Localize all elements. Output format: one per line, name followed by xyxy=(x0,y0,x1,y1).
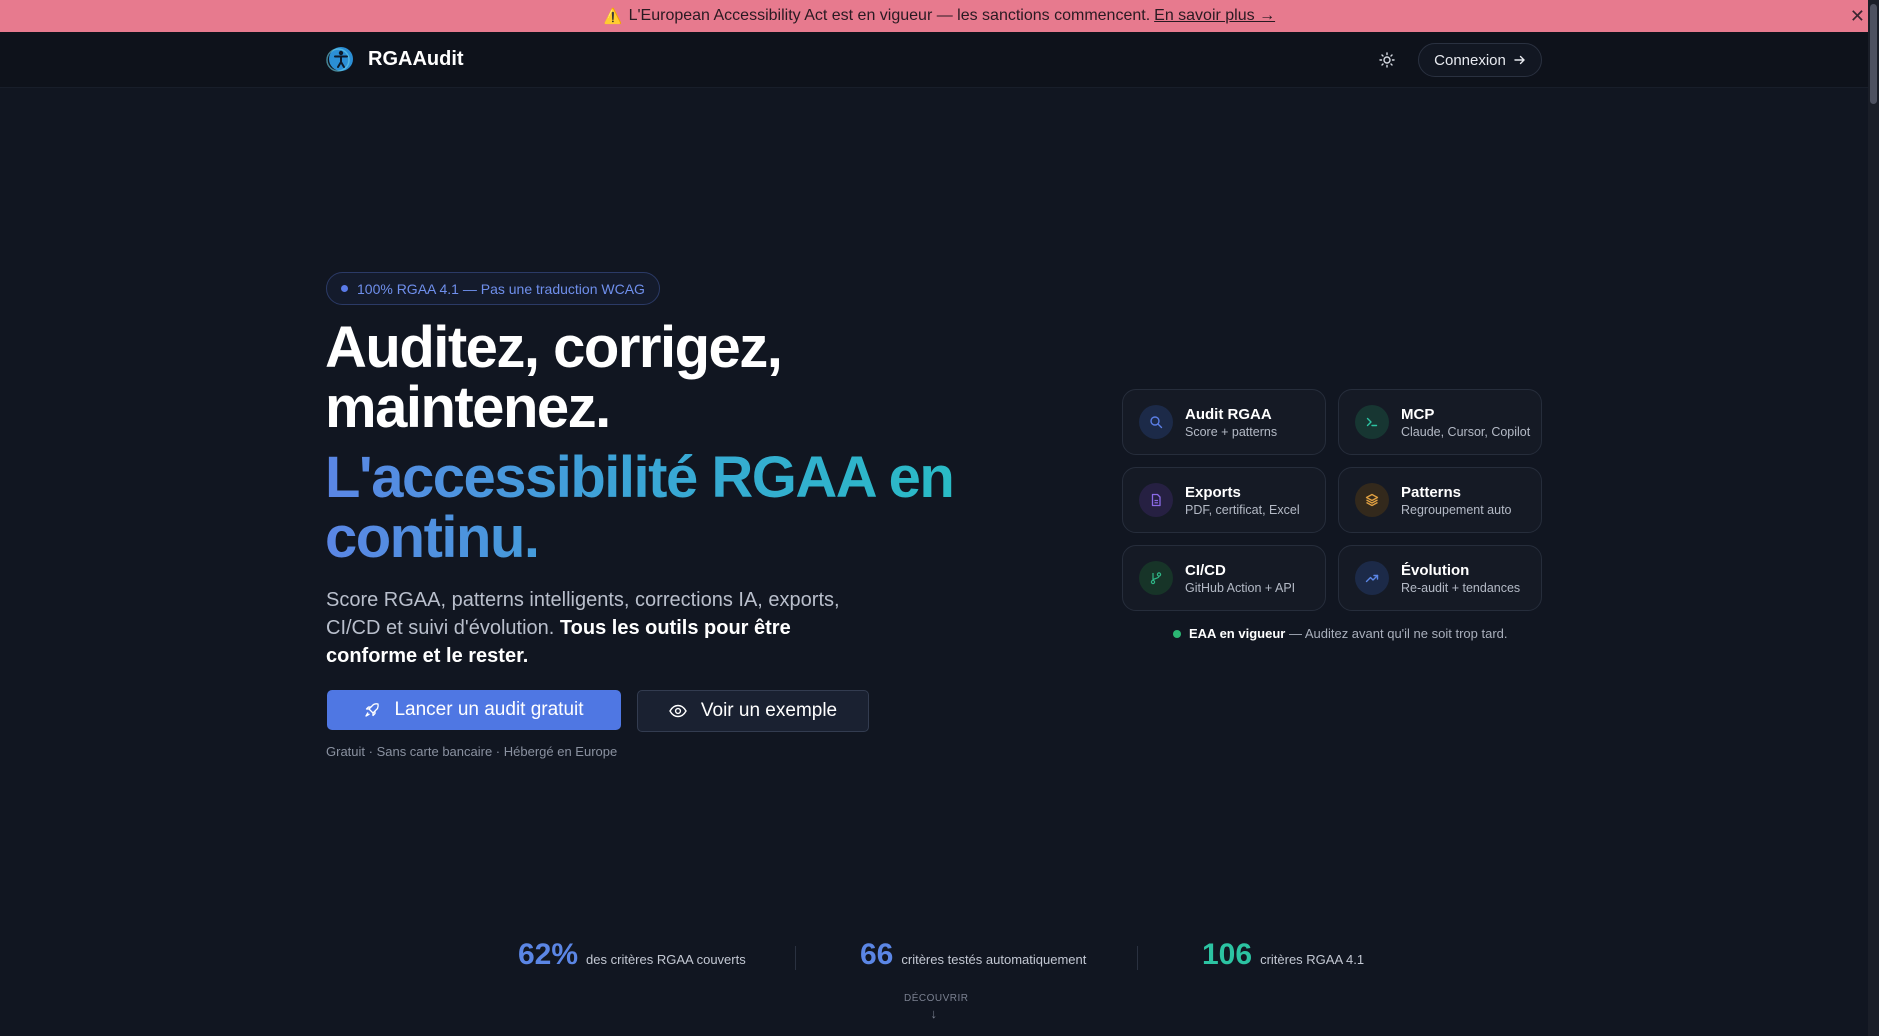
feature-card-audit[interactable]: Audit RGAA Score + patterns xyxy=(1122,389,1326,455)
sun-icon xyxy=(1379,52,1395,68)
brand-logo[interactable]: RGAAudit xyxy=(326,44,464,74)
feature-subtitle: Re-audit + tendances xyxy=(1401,580,1521,595)
feature-card-evolution[interactable]: Évolution Re-audit + tendances xyxy=(1338,545,1542,611)
feature-title: Évolution xyxy=(1401,561,1470,579)
feature-card-patterns[interactable]: Patterns Regroupement auto xyxy=(1338,467,1542,533)
feature-title: MCP xyxy=(1401,405,1435,423)
badge-text: 100% RGAA 4.1 — Pas une traduction WCAG xyxy=(357,280,645,297)
feature-title: Patterns xyxy=(1401,483,1462,501)
login-label: Connexion xyxy=(1434,51,1506,69)
announcement-banner: ⚠️ L'European Accessibility Act est en v… xyxy=(0,0,1879,32)
feature-card-exports[interactable]: Exports PDF, certificat, Excel xyxy=(1122,467,1326,533)
feature-subtitle: Regroupement auto xyxy=(1401,502,1512,517)
file-icon xyxy=(1139,483,1173,517)
page-scrollbar[interactable] xyxy=(1868,0,1879,1036)
navbar: RGAAudit Connexion xyxy=(0,32,1868,88)
feature-card-mcp[interactable]: MCP Claude, Cursor, Copilot xyxy=(1338,389,1542,455)
terminal-icon xyxy=(1355,405,1389,439)
feature-title: Audit RGAA xyxy=(1185,405,1272,423)
search-icon xyxy=(1139,405,1173,439)
feature-subtitle: GitHub Action + API xyxy=(1185,580,1296,595)
eaa-status-note: EAA en vigueur — Auditez avant qu'il ne … xyxy=(1173,626,1508,641)
close-icon[interactable]: ✕ xyxy=(1850,6,1865,27)
view-example-button[interactable]: Voir un exemple xyxy=(637,690,869,732)
feature-subtitle: Claude, Cursor, Copilot xyxy=(1401,424,1531,439)
feature-card-cicd[interactable]: CI/CD GitHub Action + API xyxy=(1122,545,1326,611)
feature-subtitle: Score + patterns xyxy=(1185,424,1278,439)
accessibility-logo-icon xyxy=(326,47,353,72)
stat-total: 106 critères RGAA 4.1 xyxy=(1202,938,1364,972)
status-dot xyxy=(1173,629,1181,638)
hero-title: Auditez, corrigez, maintenez. xyxy=(325,318,1025,438)
eye-icon xyxy=(669,704,687,718)
hero-gradient-title: L'accessibilité RGAA en continu. xyxy=(325,448,1025,568)
hero-title-line2: maintenez. xyxy=(325,375,611,440)
stat-label: des critères RGAA couverts xyxy=(586,952,746,967)
stat-label: critères RGAA 4.1 xyxy=(1260,952,1365,967)
view-example-label: Voir un exemple xyxy=(700,700,838,721)
theme-toggle-button[interactable] xyxy=(1374,47,1400,73)
stat-divider xyxy=(795,946,796,970)
stat-value: 62% xyxy=(518,938,579,971)
eaa-note-text: EAA en vigueur — Auditez avant qu'il ne … xyxy=(1189,626,1508,641)
rgaa-badge: 100% RGAA 4.1 — Pas une traduction WCAG xyxy=(326,272,660,305)
banner-learn-more-link[interactable]: En savoir plus → xyxy=(1154,7,1275,25)
eaa-note-bold: EAA en vigueur xyxy=(1189,626,1286,641)
stats-bar: 62% des critères RGAA couverts 66 critèr… xyxy=(0,938,1868,978)
feature-title: CI/CD xyxy=(1185,561,1226,579)
arrow-right-icon xyxy=(1514,55,1525,65)
arrow-down-icon: ↓ xyxy=(930,1006,938,1021)
start-audit-button[interactable]: Lancer un audit gratuit xyxy=(327,690,621,730)
stat-value: 106 xyxy=(1202,938,1253,971)
scrollbar-thumb[interactable] xyxy=(1870,4,1877,104)
eaa-note-rest: — Auditez avant qu'il ne soit trop tard. xyxy=(1285,626,1508,641)
feature-subtitle: PDF, certificat, Excel xyxy=(1185,502,1300,517)
badge-dot xyxy=(341,285,348,292)
banner-text: L'European Accessibility Act est en vigu… xyxy=(628,7,1151,24)
stat-automated: 66 critères testés automatiquement xyxy=(860,938,1086,972)
brand-name: RGAAudit xyxy=(368,47,464,70)
feature-grid: Audit RGAA Score + patterns MCP Claude, Cu… xyxy=(1122,389,1542,611)
stat-label: critères testés automatiquement xyxy=(901,952,1087,967)
discover-label: DÉCOUVRIR xyxy=(904,993,969,1004)
start-audit-label: Lancer un audit gratuit xyxy=(394,699,584,720)
hero-title-line1: Auditez, corrigez, xyxy=(325,315,783,380)
login-button[interactable]: Connexion xyxy=(1418,43,1542,77)
stat-value: 66 xyxy=(860,938,894,971)
feature-title: Exports xyxy=(1185,483,1241,501)
hero-fineprint: Gratuit · Sans carte bancaire · Hébergé … xyxy=(326,744,618,759)
git-branch-icon xyxy=(1139,561,1173,595)
trend-up-icon xyxy=(1355,561,1389,595)
rocket-icon xyxy=(365,703,380,717)
stat-divider xyxy=(1137,946,1138,970)
warning-icon: ⚠️ xyxy=(603,8,623,25)
discover-scroll-hint[interactable]: DÉCOUVRIR ↓ xyxy=(904,993,968,1021)
stat-coverage: 62% des critères RGAA couverts xyxy=(518,938,746,972)
hero-description: Score RGAA, patterns intelligents, corre… xyxy=(326,586,866,670)
hero-gradient-line1: L'accessibilité RGAA en xyxy=(325,445,954,510)
layers-icon xyxy=(1355,483,1389,517)
hero-gradient-line2: continu. xyxy=(325,505,539,570)
